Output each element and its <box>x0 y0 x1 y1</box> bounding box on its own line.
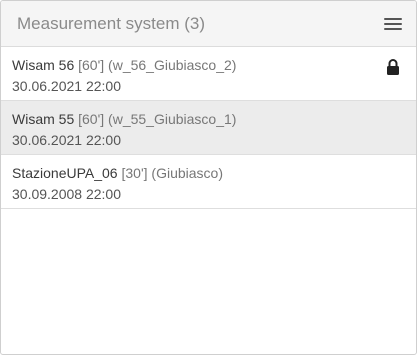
item-title: Wisam 56 [60'] (w_56_Giubiasco_2) <box>12 56 405 74</box>
item-date: 30.09.2008 22:00 <box>12 186 121 202</box>
measurement-system-list: Wisam 56 [60'] (w_56_Giubiasco_2) 30.06.… <box>1 47 416 209</box>
item-title: StazioneUPA_06 [30'] (Giubiasco) <box>12 164 405 182</box>
list-item-wisam-55[interactable]: Wisam 55 [60'] (w_55_Giubiasco_1) 30.06.… <box>1 101 416 155</box>
item-code: (Giubiasco) <box>151 165 223 181</box>
measurement-system-panel: Measurement system (3) Wisam 56 [60'] (w… <box>0 0 417 355</box>
item-interval: [30'] <box>121 165 148 181</box>
item-date: 30.06.2021 22:00 <box>12 132 121 148</box>
item-name: Wisam 55 <box>12 111 75 127</box>
item-code: (w_55_Giubiasco_1) <box>108 111 237 127</box>
panel-header: Measurement system (3) <box>1 1 416 47</box>
panel-title: Measurement system (3) <box>17 13 205 33</box>
item-interval: [60'] <box>78 57 105 73</box>
item-name: StazioneUPA_06 <box>12 165 118 181</box>
hamburger-menu-icon[interactable] <box>384 16 402 32</box>
list-item-wisam-56[interactable]: Wisam 56 [60'] (w_56_Giubiasco_2) 30.06.… <box>1 47 416 101</box>
item-interval: [60'] <box>78 111 105 127</box>
item-code: (w_56_Giubiasco_2) <box>108 57 237 73</box>
list-item-stazioneupa-06[interactable]: StazioneUPA_06 [30'] (Giubiasco) 30.09.2… <box>1 155 416 209</box>
lock-icon <box>387 59 399 75</box>
item-date: 30.06.2021 22:00 <box>12 78 121 94</box>
item-name: Wisam 56 <box>12 57 75 73</box>
item-title: Wisam 55 [60'] (w_55_Giubiasco_1) <box>12 110 405 128</box>
